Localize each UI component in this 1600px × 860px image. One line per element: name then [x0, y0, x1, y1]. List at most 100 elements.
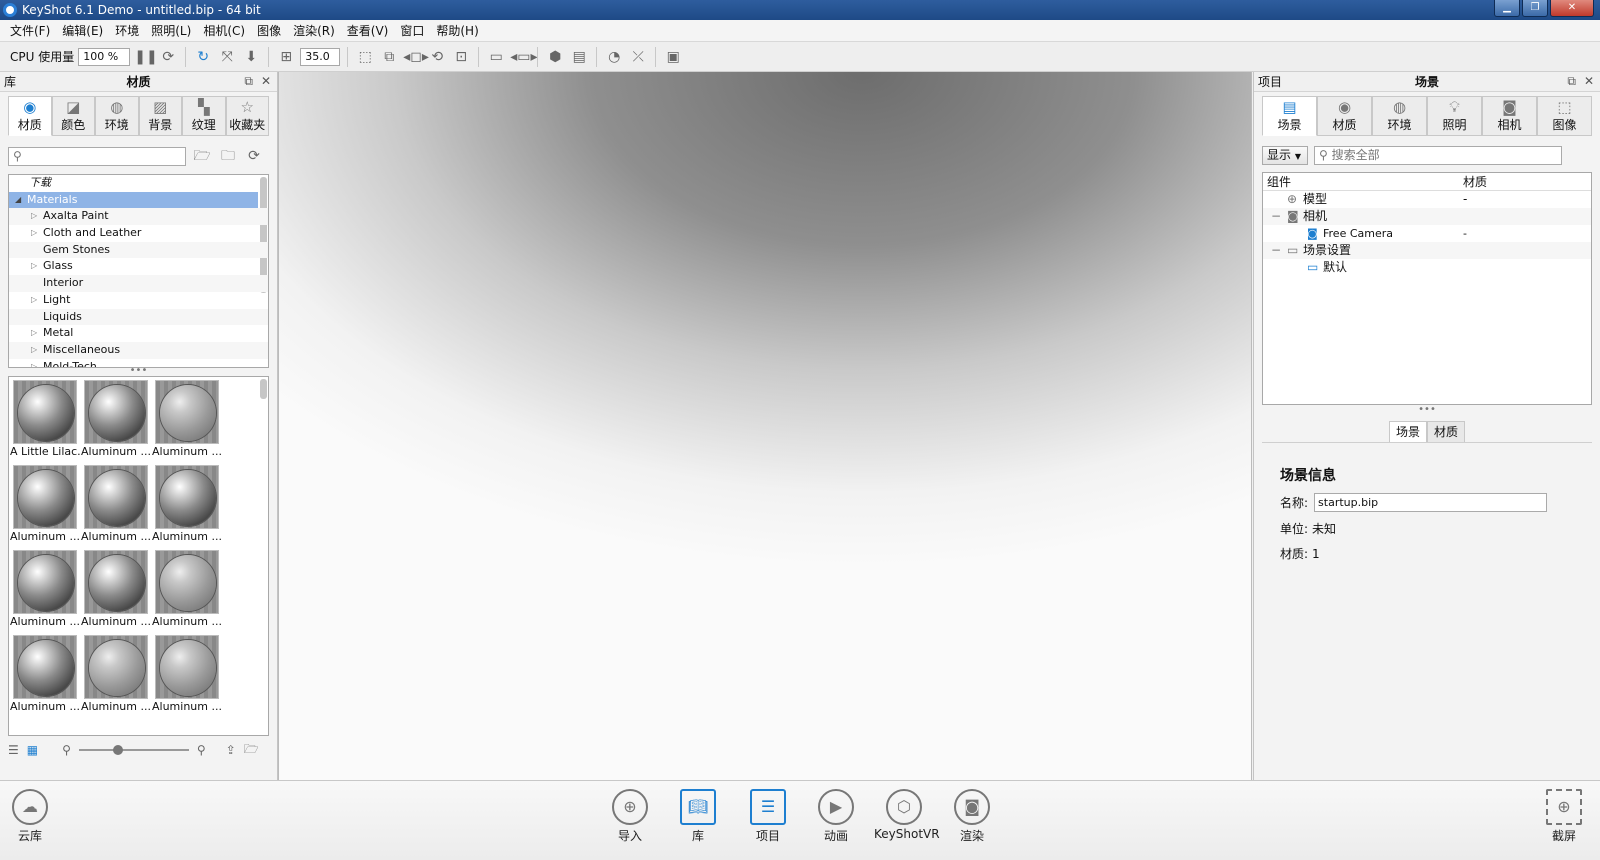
float-icon[interactable]: ⧉: [244, 74, 253, 89]
tree-item[interactable]: ▷ Glass: [9, 258, 268, 275]
menu-help[interactable]: 帮助(H): [430, 20, 484, 42]
menu-render[interactable]: 渲染(R): [287, 20, 341, 42]
project-button[interactable]: ☰ 项目: [738, 789, 798, 844]
close-icon[interactable]: ✕: [1584, 74, 1594, 89]
maximize-button[interactable]: ❐: [1522, 0, 1548, 17]
scene-row-default-studio[interactable]: ▭ 默认: [1263, 259, 1591, 276]
material-thumbnail[interactable]: Aluminum ...: [81, 635, 151, 713]
splitter-handle[interactable]: •••: [1254, 405, 1600, 415]
float-icon[interactable]: ⧉: [1567, 74, 1576, 89]
tree-item[interactable]: ▷ Metal: [9, 325, 268, 342]
slider-handle[interactable]: [112, 745, 123, 755]
region-render-icon[interactable]: ⬚: [355, 47, 375, 67]
tab-environment[interactable]: ◍ 环境: [1372, 96, 1427, 136]
drop-to-ground-icon[interactable]: ⬇: [241, 47, 261, 67]
menu-edit[interactable]: 编辑(E): [56, 20, 109, 42]
subtab-scene[interactable]: 场景: [1388, 421, 1427, 442]
tree-item[interactable]: Gem Stones: [9, 241, 268, 259]
material-thumbnail[interactable]: Aluminum ...: [10, 635, 80, 713]
material-thumbnail[interactable]: A Little Lilac...: [10, 380, 80, 458]
splitter-handle[interactable]: •••: [0, 366, 277, 376]
disable-icon[interactable]: ⤫: [628, 47, 648, 67]
tree-item[interactable]: Interior: [9, 275, 268, 292]
column-component[interactable]: 组件: [1267, 173, 1291, 191]
collapse-icon[interactable]: −: [1271, 242, 1281, 259]
studio-switch-icon[interactable]: ◂▭▸: [510, 47, 537, 67]
camera-add-icon[interactable]: ⧉: [379, 47, 399, 67]
zoom-in-icon[interactable]: ⚲: [197, 743, 206, 757]
tab-backplates[interactable]: ▨ 背景: [138, 96, 182, 136]
upload-icon[interactable]: ⇪: [226, 743, 236, 757]
import-button[interactable]: ⊕ 导入: [600, 789, 660, 844]
subtab-material[interactable]: 材质: [1427, 421, 1466, 442]
material-thumbnail[interactable]: Aluminum ...: [81, 550, 151, 628]
show-filter-dropdown[interactable]: 显示 ▼: [1262, 145, 1308, 165]
minimize-button[interactable]: ▁: [1494, 0, 1520, 17]
tab-colors[interactable]: ◪ 颜色: [51, 96, 95, 136]
menu-window[interactable]: 窗口: [394, 20, 430, 42]
scene-row-cameras[interactable]: − ◙ 相机: [1263, 208, 1591, 225]
presentation-mode-icon[interactable]: ▤: [569, 47, 589, 67]
expanded-arrow-icon[interactable]: ◢: [15, 192, 21, 209]
performance-mode-icon[interactable]: ◔: [604, 47, 624, 67]
tab-favorites[interactable]: ☆ 收藏夹: [225, 96, 269, 136]
tab-image[interactable]: ⬚ 图像: [1537, 96, 1592, 136]
tab-camera[interactable]: ◙ 相机: [1482, 96, 1537, 136]
list-view-icon[interactable]: ☰: [8, 743, 19, 757]
collapsed-arrow-icon[interactable]: ▷: [31, 225, 37, 242]
perspective-icon[interactable]: ⊞: [276, 47, 296, 67]
rotate-icon[interactable]: ⟲: [427, 47, 447, 67]
animation-button[interactable]: ▶ 动画: [806, 789, 866, 844]
material-thumbnail[interactable]: Aluminum ...: [152, 635, 222, 713]
collapsed-arrow-icon[interactable]: ▷: [31, 208, 37, 225]
collapsed-arrow-icon[interactable]: ▷: [31, 258, 37, 275]
material-thumbnail[interactable]: Aluminum ...: [81, 465, 151, 543]
tab-scene[interactable]: ▤ 场景: [1262, 96, 1317, 136]
collapsed-arrow-icon[interactable]: ▷: [31, 342, 37, 359]
material-thumbnail[interactable]: Aluminum ...: [152, 380, 222, 458]
thumbnail-scrollbar[interactable]: [260, 379, 267, 399]
reset-icon[interactable]: ↻: [193, 47, 213, 67]
cpu-usage-select[interactable]: 100 %: [78, 47, 131, 66]
camera-prev-icon[interactable]: ◂◻▸: [403, 47, 429, 67]
tree-item[interactable]: ▷ Axalta Paint: [9, 208, 268, 226]
realtime-viewport[interactable]: [278, 72, 1252, 780]
material-thumbnail[interactable]: Aluminum ...: [81, 380, 151, 458]
scene-row-environments[interactable]: − ▭ 场景设置: [1263, 242, 1591, 259]
geometry-view-icon[interactable]: ⬢: [545, 47, 565, 67]
material-thumbnail[interactable]: Aluminum ...: [10, 465, 80, 543]
scene-search-input[interactable]: ⚲ 搜索全部: [1314, 145, 1562, 165]
tree-item[interactable]: Liquids: [9, 308, 268, 326]
scene-row-free-camera[interactable]: ◙ Free Camera -: [1263, 225, 1591, 242]
collapsed-arrow-icon[interactable]: ▷: [31, 359, 37, 367]
tree-item[interactable]: ▷ Light: [9, 292, 268, 309]
folder-add-icon[interactable]: 🗁: [192, 146, 212, 166]
close-button[interactable]: ✕: [1550, 0, 1594, 17]
material-thumbnail[interactable]: Aluminum ...: [152, 550, 222, 628]
library-button[interactable]: 📖︎ 库: [668, 789, 728, 844]
cloud-library-button[interactable]: ☁ 云库: [0, 789, 60, 844]
tree-item[interactable]: ▷ Miscellaneous: [9, 341, 268, 359]
studio-add-icon[interactable]: ▭: [486, 47, 506, 67]
menu-file[interactable]: 文件(F): [4, 20, 56, 42]
zoom-out-icon[interactable]: ⚲: [62, 743, 71, 757]
grid-view-icon[interactable]: ▦: [27, 743, 38, 757]
name-field[interactable]: startup.bip: [1314, 493, 1548, 512]
screenshot-button[interactable]: ⊕ 截屏: [1534, 789, 1594, 844]
menu-image[interactable]: 图像: [251, 20, 287, 42]
fit-view-icon[interactable]: ⤧: [217, 47, 237, 67]
tree-item[interactable]: ▷ Mold-Tech: [9, 359, 268, 367]
column-material[interactable]: 材质: [1463, 173, 1487, 191]
close-icon[interactable]: ✕: [261, 74, 271, 89]
lock-camera-icon[interactable]: ⊡: [451, 47, 471, 67]
collapse-icon[interactable]: −: [1271, 208, 1281, 225]
render-button[interactable]: ◙ 渲染: [942, 789, 1002, 844]
folder-import-icon[interactable]: 🗀: [218, 146, 238, 166]
fov-input[interactable]: 35.0: [300, 47, 341, 66]
tab-environments[interactable]: ◍ 环境: [95, 96, 139, 136]
material-thumbnail[interactable]: Aluminum ...: [152, 465, 222, 543]
menu-environment[interactable]: 环境: [109, 20, 145, 42]
menu-view[interactable]: 查看(V): [341, 20, 395, 42]
scene-row-model[interactable]: ⊕ 模型 -: [1263, 191, 1591, 208]
console-icon[interactable]: ▣: [663, 47, 683, 67]
